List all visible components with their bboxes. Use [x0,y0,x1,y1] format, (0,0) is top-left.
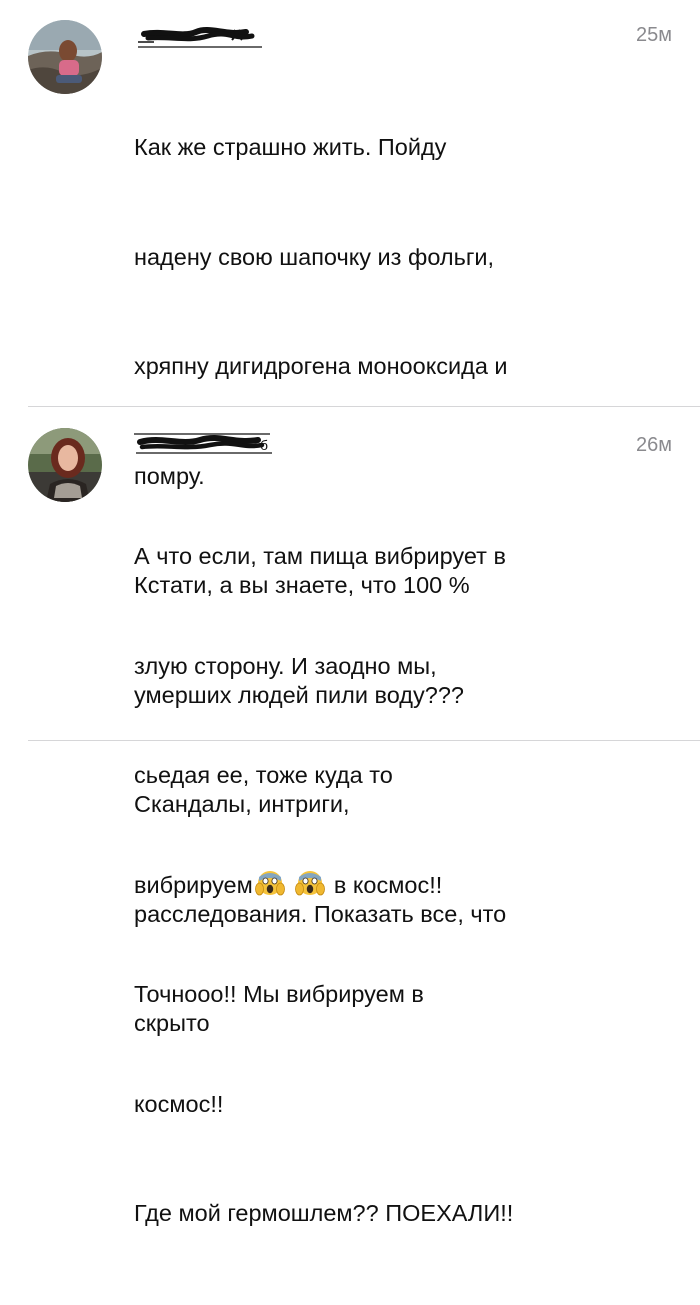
comment-text: А что если, там пища вибрирует в злую ст… [134,465,654,1305]
comment-line: надену свою шапочку из фольги, [134,243,495,270]
username[interactable]: б [134,430,274,456]
avatar[interactable] [28,428,102,502]
comment-divider [28,406,700,407]
username-redaction [138,27,262,48]
username[interactable] [134,24,268,50]
comment-line: Точнооо!! Мы вибрируем в [134,981,424,1007]
comment-divider [28,740,700,741]
username-redaction: б [134,433,272,454]
comment-line-with-emoji: вибрируем в космос!! [134,867,654,904]
username-tail: б [260,437,268,453]
comment-time: 26м [636,434,672,456]
comment-line: А что если, там пища вибрирует в [134,543,506,569]
screaming-face-emoji [254,869,285,899]
comment-line: Как же страшно жить. Пойду [134,134,447,160]
comment-line: сьедая ее, тоже куда то [134,762,393,788]
comment-time: 25м [636,24,672,46]
screaming-face-emoji [295,869,326,899]
comment-line: хряпну дигидрогена монооксида и [134,353,508,379]
avatar[interactable] [28,20,102,94]
comment-line: Где мой гермошлем?? ПОЕХАЛИ!! [134,1200,514,1226]
avatar-photo-beach [28,20,102,94]
comment-line: космос!! [134,1090,224,1117]
comment-line-prefix: вибрируем [134,871,253,898]
comment-line: злую сторону. И заодно мы, [134,652,437,679]
comment-line-suffix: в космос!! [333,871,443,898]
avatar-photo-woman [28,428,102,502]
